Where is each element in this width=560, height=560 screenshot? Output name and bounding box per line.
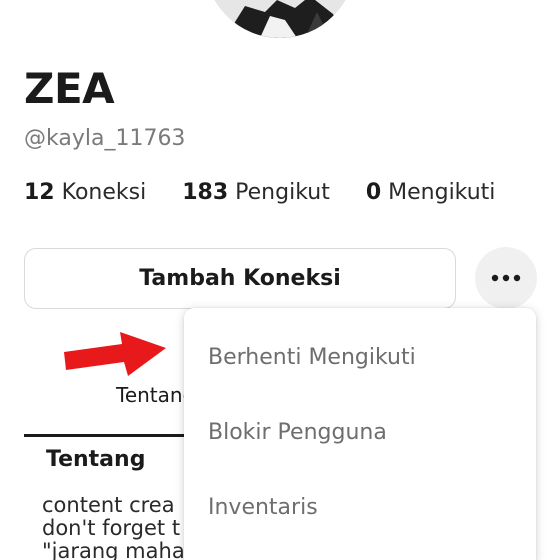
bio-line: don't forget t <box>42 516 181 540</box>
stat-following[interactable]: 0 Mengikuti <box>366 180 496 205</box>
stat-label: Koneksi <box>61 180 147 205</box>
bio-line: content crea <box>42 493 175 517</box>
stat-label: Mengikuti <box>388 180 496 205</box>
bio-line: "jarang maha <box>42 539 185 560</box>
stat-connections[interactable]: 12 Koneksi <box>24 180 146 205</box>
stat-label: Pengikut <box>235 180 330 205</box>
menu-item-unfollow[interactable]: Berhenti Mengikuti <box>208 345 416 370</box>
stat-followers[interactable]: 183 Pengikut <box>182 180 330 205</box>
more-horizontal-icon <box>491 274 521 282</box>
bio-text: content crea don't forget t "jarang maha <box>42 494 185 560</box>
stat-value: 183 <box>182 180 229 205</box>
avatar[interactable] <box>205 0 355 38</box>
tab-active-indicator <box>24 434 194 437</box>
more-options-button[interactable] <box>475 247 537 309</box>
avatar-image <box>205 0 355 38</box>
username: @kayla_11763 <box>24 126 186 151</box>
profile-stats: 12 Koneksi 183 Pengikut 0 Mengikuti <box>24 180 531 205</box>
about-section-title: Tentang <box>46 447 146 472</box>
red-arrow-icon <box>64 332 166 376</box>
options-dropdown-menu: Berhenti Mengikuti Blokir Pengguna Inven… <box>184 308 536 560</box>
stat-value: 0 <box>365 180 382 205</box>
stat-value: 12 <box>24 180 55 205</box>
menu-item-block-user[interactable]: Blokir Pengguna <box>208 420 387 445</box>
menu-item-inventory[interactable]: Inventaris <box>208 495 318 520</box>
display-name: ZEA <box>24 64 115 113</box>
add-connection-button[interactable]: Tambah Koneksi <box>24 248 456 309</box>
